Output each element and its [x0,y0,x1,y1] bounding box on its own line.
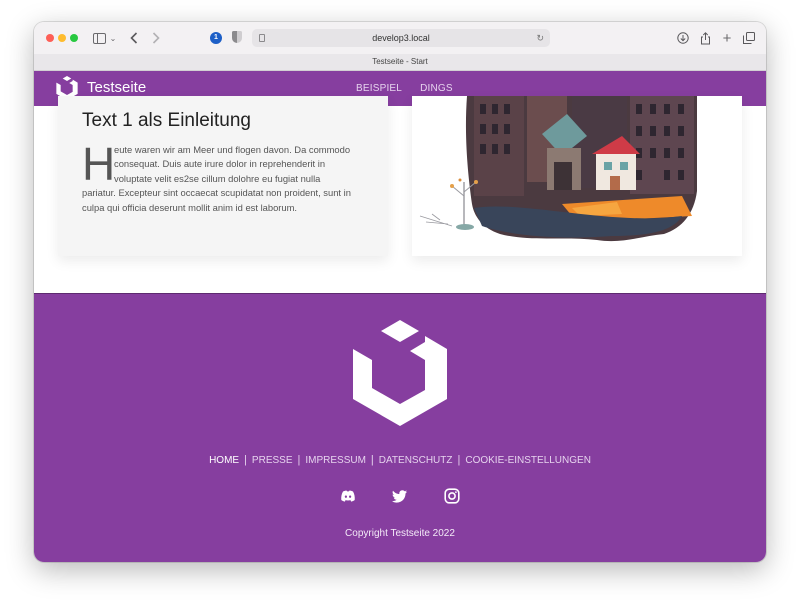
tab-overview-icon[interactable] [742,30,756,46]
forward-icon[interactable] [150,30,162,46]
url-text: develop3.local [372,33,430,43]
copyright-text: Copyright Testseite 2022 [345,528,455,539]
footer-nav: HOME | PRESSE | IMPRESSUM | DATENSCHUTZ … [34,454,766,466]
sidebar-icon[interactable] [92,30,106,46]
intro-line: eute waren wir am Meer und flogen davon.… [114,144,351,155]
illustration-card [412,96,742,256]
content-section: Text 1 als Einleitung H eute waren wir a… [34,96,766,293]
tab-title: Testseite - Start [372,57,428,66]
footer-link-cookie-einstellungen[interactable]: COOKIE-EINSTELLUNGEN [460,455,596,466]
social-links [34,488,766,504]
footer-link-home[interactable]: HOME [204,455,244,466]
nav-item-beispiel[interactable]: BEISPIEL [356,83,402,94]
intro-line: voluptate velit es2se cillum dolohre eu … [114,172,321,184]
browser-window: ⌄ 1 develop3.local ↻ + Testseite - Start [34,22,766,562]
twitter-icon[interactable] [392,488,408,504]
brand-name[interactable]: Testseite [87,79,146,96]
intro-line: consequat. Duis aute irure dolor in repr… [114,158,326,170]
browser-toolbar: ⌄ 1 develop3.local ↻ + [34,22,766,54]
tab-title-bar[interactable]: Testseite - Start [34,54,766,71]
page-viewport: Testseite BEISPIEL DINGS Text 1 als Einl… [34,71,766,562]
reload-icon[interactable]: ↻ [536,29,544,47]
discord-icon[interactable] [340,488,356,504]
footer-link-impressum[interactable]: IMPRESSUM [300,455,371,466]
share-icon[interactable] [698,30,712,46]
back-icon[interactable] [128,30,140,46]
zoom-window-button[interactable] [70,34,78,42]
intro-text: eute waren wir am Meer und flogen davon.… [82,143,370,215]
download-icon[interactable] [676,30,690,46]
city-illustration [419,96,697,242]
password-manager-icon[interactable]: 1 [210,32,222,44]
footer-link-datenschutz[interactable]: DATENSCHUTZ [374,455,458,466]
address-bar[interactable]: develop3.local ↻ [252,29,550,47]
close-window-button[interactable] [46,34,54,42]
footer-link-presse[interactable]: PRESSE [247,455,298,466]
shield-icon[interactable] [232,31,242,43]
main-nav: BEISPIEL DINGS [356,83,453,94]
chevron-down-icon[interactable]: ⌄ [109,30,117,46]
nav-item-dings[interactable]: DINGS [420,83,453,94]
instagram-icon[interactable] [444,488,460,504]
intro-line: culpa qui officia deserunt mollit anim i… [82,201,298,213]
intro-title: Text 1 als Einleitung [82,110,251,131]
page-icon [259,34,265,42]
footer-logo-icon [353,320,447,426]
new-tab-icon[interactable]: + [720,30,734,47]
intro-line: pariatur. Excepteur sint occaecat scupid… [82,187,351,199]
site-footer: HOME | PRESSE | IMPRESSUM | DATENSCHUTZ … [34,293,766,562]
minimize-window-button[interactable] [58,34,66,42]
intro-card: Text 1 als Einleitung H eute waren wir a… [58,96,388,256]
